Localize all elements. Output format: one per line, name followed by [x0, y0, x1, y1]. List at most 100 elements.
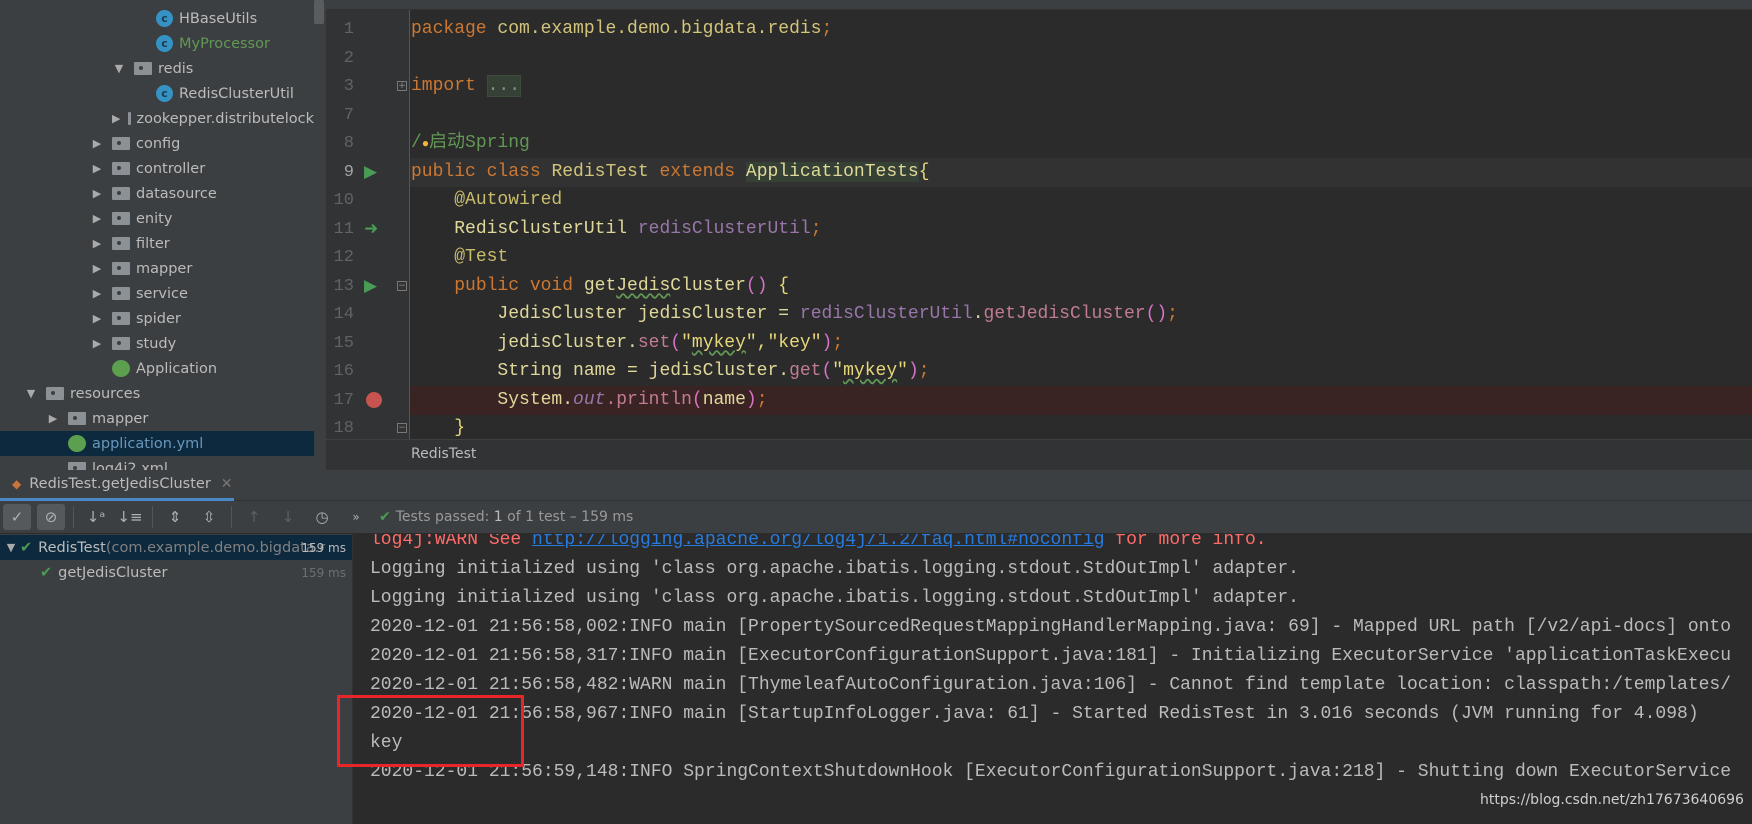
chevron-right-icon[interactable]: ▶ [90, 162, 104, 175]
tab-run-config[interactable]: ◆ RedisTest.getJedisCluster ✕ [0, 470, 234, 501]
code-line[interactable]: @Test [410, 243, 1752, 272]
tree-item[interactable]: ▶ datasource [0, 181, 314, 206]
test-item[interactable]: ▼ ✔ RedisTest (com.example.demo.bigdata.r 1… [0, 535, 352, 560]
test-passed-icon: ✔ [20, 539, 33, 556]
show-ignored-icon[interactable]: ⊘ [37, 504, 65, 530]
tree-item[interactable]: application.yml [0, 431, 314, 456]
fold-collapse-icon[interactable]: − [397, 280, 407, 291]
tree-item-label: Application [136, 360, 218, 377]
code-token: ; [810, 218, 822, 239]
tree-item[interactable]: c RedisClusterUtil [0, 81, 314, 106]
tree-item[interactable]: ▼ resources [0, 381, 314, 406]
chevron-down-icon[interactable]: ▼ [112, 62, 126, 75]
tree-item[interactable]: ▶ spider [0, 306, 314, 331]
tree-item[interactable]: ▶ mapper [0, 256, 314, 281]
tree-item[interactable]: ▶ mapper [0, 406, 314, 431]
tree-item[interactable]: ▶ service [0, 281, 314, 306]
code-line[interactable]: jedisCluster.set("mykey","key"); [410, 329, 1752, 358]
collapse-all-icon[interactable]: ⇳ [195, 504, 223, 530]
chevron-down-icon[interactable]: ▼ [4, 541, 18, 554]
close-icon[interactable]: ✕ [221, 476, 233, 492]
tree-item[interactable]: ▶ study [0, 331, 314, 356]
code-token: ) [907, 361, 919, 381]
run-test-icon[interactable]: ▶ [364, 163, 382, 181]
tree-item[interactable]: log4j2.xml [0, 456, 314, 470]
tree-item[interactable]: ▶ zookepper.distributelock [0, 106, 314, 131]
rerun-passed-icon[interactable]: ✓ [3, 504, 31, 530]
tree-item-label: datasource [136, 185, 217, 202]
chevron-right-icon[interactable]: ▶ [90, 312, 104, 325]
run-test-icon[interactable]: ▶ [364, 277, 382, 295]
tree-item[interactable]: ▶ filter [0, 231, 314, 256]
chevron-right-icon[interactable]: ▶ [46, 412, 60, 425]
package-folder-icon [112, 337, 130, 350]
code-token: { [767, 275, 790, 296]
chevron-right-icon[interactable]: ▶ [90, 237, 104, 250]
tree-item[interactable]: ▶ config [0, 131, 314, 156]
package-folder-icon [112, 262, 130, 275]
code-token: get [789, 361, 822, 381]
code-line[interactable]: public class RedisTest extends Applicati… [410, 157, 1752, 187]
code-line[interactable]: JedisCluster jedisCluster = redisCluster… [410, 300, 1752, 329]
console-link[interactable]: http://logging.apache.org/log4j/1.2/faq.… [532, 534, 1105, 550]
console-output[interactable]: log4j:WARN See http://logging.apache.org… [353, 534, 1752, 824]
code-line[interactable]: public void getJedisCluster() { [410, 272, 1752, 301]
code-line[interactable]: import ... [410, 72, 1752, 101]
tree-item[interactable]: c HBaseUtils [0, 6, 314, 31]
code-line[interactable]: String name = jedisCluster.get("mykey"); [410, 357, 1752, 386]
code-editor[interactable]: package com.example.demo.bigdata.redis; i… [410, 10, 1752, 439]
tree-item-label: RedisClusterUtil [179, 85, 294, 102]
chevron-right-icon[interactable]: ▶ [90, 212, 104, 225]
sort-alphabetically-icon[interactable]: ↓ᵃ [82, 504, 110, 530]
expand-all-icon[interactable]: ⇕ [161, 504, 189, 530]
tree-item[interactable]: Application [0, 356, 314, 381]
sort-by-duration-icon[interactable]: ↓≡ [116, 504, 144, 530]
line-number: 9 [343, 162, 354, 182]
code-token: () [1145, 304, 1168, 324]
autowired-bean-icon[interactable]: ➜ [364, 220, 382, 238]
chevron-down-icon[interactable]: ▼ [24, 387, 38, 400]
package-folder-icon [112, 137, 130, 150]
code-token: getJedisCluster [983, 304, 1146, 324]
tree-item[interactable]: ▶ controller [0, 156, 314, 181]
chevron-right-icon[interactable]: ▶ [112, 112, 120, 125]
code-line[interactable] [410, 44, 1752, 73]
code-line[interactable]: System.out.println(name); [410, 385, 1752, 415]
test-item[interactable]: ✔ getJedisCluster 159 ms [0, 560, 352, 585]
junit-icon: ◆ [12, 477, 22, 491]
editor-tab-bar [326, 0, 1752, 10]
highlight-box [337, 695, 524, 767]
test-history-icon[interactable]: ◷ [308, 504, 336, 530]
chevron-right-icon[interactable]: ▶ [90, 137, 104, 150]
code-line[interactable]: RedisClusterUtil redisClusterUtil; [410, 215, 1752, 244]
class-icon: c [156, 35, 173, 52]
fold-collapse-icon[interactable]: − [397, 423, 407, 433]
code-token: package [411, 19, 498, 39]
xml-file-icon [68, 462, 86, 470]
chevron-right-icon[interactable]: ▶ [90, 187, 104, 200]
code-line[interactable]: @Autowired [410, 186, 1752, 215]
project-tree-scrollbar[interactable] [314, 0, 324, 24]
tree-item[interactable]: ▼ redis [0, 56, 314, 81]
code-line[interactable]: package com.example.demo.bigdata.redis; [410, 15, 1752, 44]
tree-item-label: controller [136, 160, 206, 177]
breakpoint-icon[interactable] [366, 391, 382, 408]
more-icon[interactable]: » [342, 504, 370, 530]
tree-item[interactable]: ▶ enity [0, 206, 314, 231]
code-line[interactable]: /●启动Spring [410, 129, 1752, 158]
breadcrumb-item[interactable]: RedisTest [411, 446, 476, 462]
previous-failed-icon[interactable]: ↑ [240, 504, 268, 530]
next-failed-icon[interactable]: ↓ [274, 504, 302, 530]
tree-item-label: application.yml [92, 435, 204, 452]
tree-item-label: HBaseUtils [179, 10, 258, 27]
chevron-right-icon[interactable]: ▶ [90, 337, 104, 350]
intention-bulb-icon[interactable]: ● [422, 137, 429, 151]
code-line[interactable] [410, 101, 1752, 130]
chevron-right-icon[interactable]: ▶ [90, 287, 104, 300]
tree-item[interactable]: c MyProcessor [0, 31, 314, 56]
chevron-right-icon[interactable]: ▶ [90, 262, 104, 275]
code-token: mykey [691, 332, 746, 353]
fold-expand-icon[interactable]: + [397, 81, 407, 91]
package-folder-icon [112, 162, 130, 175]
